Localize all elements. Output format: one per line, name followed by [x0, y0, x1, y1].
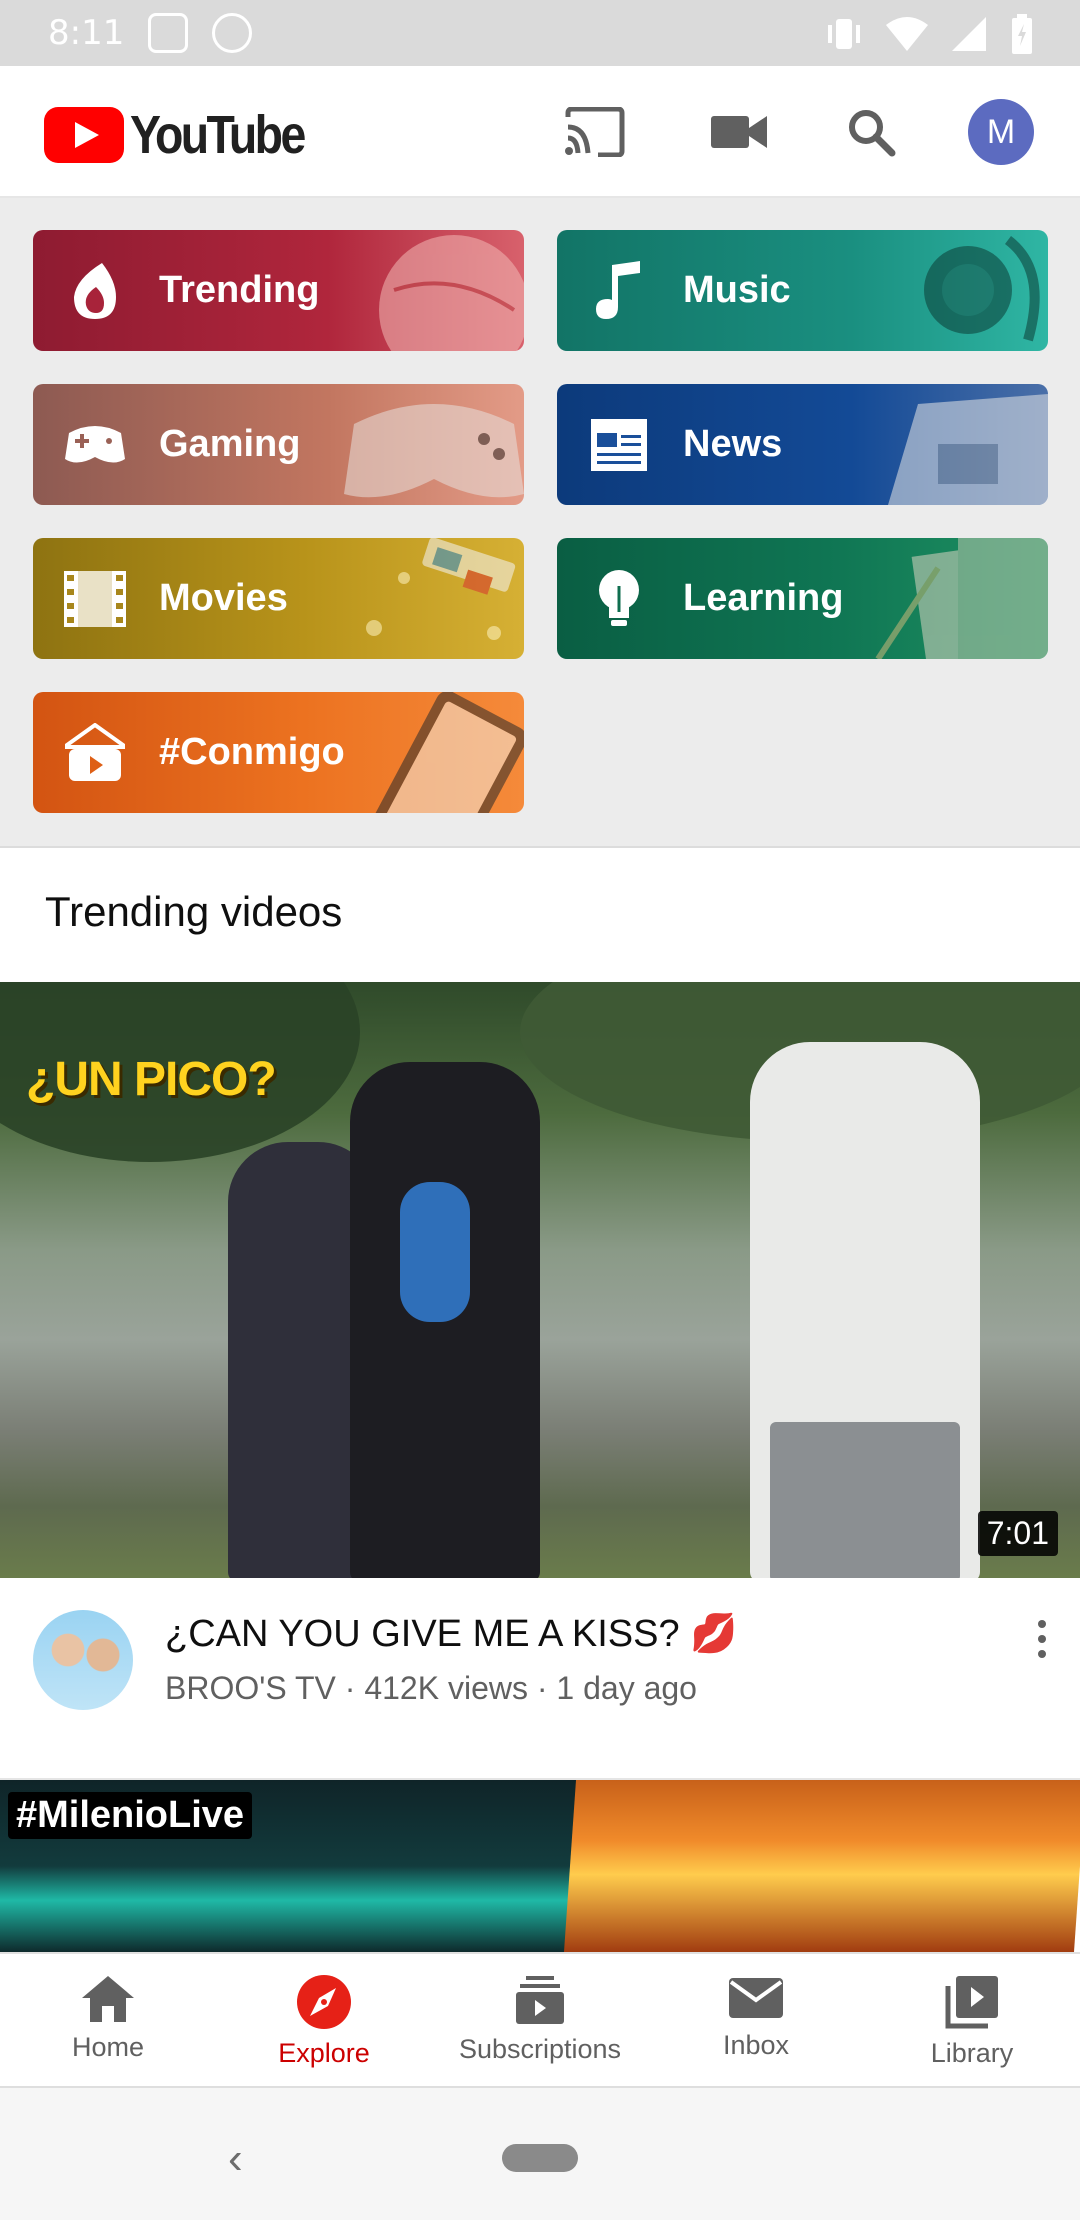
- nav-label: Explore: [278, 2038, 370, 2068]
- video-duration: 7:01: [977, 1511, 1058, 1556]
- nav-label: Inbox: [722, 2030, 790, 2060]
- nav-library[interactable]: Library: [864, 1954, 1080, 2086]
- nav-explore[interactable]: Explore: [216, 1954, 432, 2086]
- search-icon: [849, 110, 896, 157]
- category-movies[interactable]: Movies: [33, 538, 524, 659]
- thumbnail-figure: [770, 1422, 960, 1578]
- nav-inbox[interactable]: Inbox: [648, 1954, 864, 2086]
- home-icon: [82, 1976, 134, 2022]
- thumbnail-caption: ¿UN PICO?: [26, 1053, 277, 1106]
- thumbnail-figure: [400, 1182, 470, 1322]
- status-icons: [824, 14, 1034, 54]
- nav-home[interactable]: Home: [0, 1954, 216, 2086]
- newspaper-icon: [587, 413, 651, 477]
- app-bar: YouTube M: [0, 66, 1080, 198]
- popcorn-decoration: [366, 538, 516, 640]
- video-subtitle: BROO'S TV · 412K views · 1 day ago: [165, 1670, 697, 1706]
- cast-icon: [565, 107, 625, 157]
- video-info[interactable]: ¿CAN YOU GIVE ME A KISS? 💋 BROO'S TV · 4…: [0, 1578, 1080, 1778]
- back-icon[interactable]: ‹: [228, 2134, 243, 2184]
- cast-button[interactable]: [562, 99, 628, 165]
- sync-icon: [212, 13, 253, 53]
- notification-icon: [148, 13, 189, 53]
- status-bar: 8:11: [0, 0, 1080, 66]
- globe-decoration: [379, 235, 524, 351]
- video-title[interactable]: ¿CAN YOU GIVE ME A KISS? 💋: [165, 1612, 737, 1656]
- category-trending[interactable]: Trending: [33, 230, 524, 351]
- category-label: Trending: [159, 269, 320, 311]
- papers-decoration: [875, 538, 1048, 659]
- more-options-icon[interactable]: [1030, 1620, 1054, 1676]
- account-avatar[interactable]: M: [968, 99, 1034, 165]
- headphones-decoration: [924, 236, 1040, 342]
- music-note-icon: [587, 259, 651, 323]
- system-navigation: ‹: [0, 2086, 1080, 2220]
- category-gaming[interactable]: Gaming: [33, 384, 524, 505]
- compass-icon: [297, 1975, 351, 2029]
- logo-text: YouTube: [130, 105, 306, 165]
- battery-icon: [1012, 14, 1032, 54]
- mail-icon: [729, 1978, 783, 2018]
- vibrate-icon: [828, 19, 860, 49]
- wifi-icon: [886, 17, 928, 51]
- flame-icon: [63, 259, 127, 323]
- film-strip-icon: [63, 567, 127, 631]
- newspaper-decoration: [888, 394, 1048, 505]
- lightbulb-icon: [587, 567, 651, 631]
- home-pill-button[interactable]: [502, 2144, 578, 2172]
- explore-categories: Trending Music Gaming News Movies Learni…: [0, 198, 1080, 848]
- category-label: Movies: [159, 577, 288, 619]
- controller-decoration: [344, 404, 524, 498]
- category-label: Learning: [683, 577, 844, 619]
- upload-video-button[interactable]: [706, 99, 772, 165]
- gamepad-icon: [63, 413, 127, 477]
- category-label: Music: [683, 269, 791, 311]
- thumbnail-caption: #MilenioLive: [8, 1792, 253, 1839]
- category-label: Gaming: [159, 423, 301, 465]
- youtube-play-icon: [44, 107, 124, 163]
- thumbnail-scenery: [563, 1780, 1080, 1952]
- next-video-thumbnail[interactable]: #MilenioLive: [0, 1778, 1080, 1952]
- bottom-navigation: Home Explore Subscriptions Inbox Library: [0, 1952, 1080, 2086]
- category-conmigo[interactable]: #Conmigo: [33, 692, 524, 813]
- status-time: 8:11: [48, 13, 125, 53]
- home-play-icon: [63, 721, 127, 785]
- trending-videos-heading: Trending videos: [45, 888, 343, 935]
- library-icon: [945, 1976, 998, 2029]
- signal-icon: [952, 17, 986, 51]
- phone-decoration: [371, 692, 524, 813]
- category-music[interactable]: Music: [557, 230, 1048, 351]
- channel-avatar[interactable]: [33, 1610, 133, 1710]
- youtube-logo[interactable]: YouTube: [44, 104, 332, 166]
- category-news[interactable]: News: [557, 384, 1048, 505]
- nav-subscriptions[interactable]: Subscriptions: [432, 1954, 648, 2086]
- subscriptions-icon: [516, 1976, 564, 2024]
- nav-label: Home: [71, 2032, 145, 2062]
- search-button[interactable]: [838, 99, 904, 165]
- category-label: #Conmigo: [159, 731, 345, 773]
- nav-label: Library: [930, 2038, 1014, 2068]
- category-label: News: [683, 423, 783, 465]
- video-thumbnail[interactable]: ¿UN PICO? 7:01: [0, 982, 1080, 1578]
- video-camera-icon: [711, 116, 767, 148]
- category-learning[interactable]: Learning: [557, 538, 1048, 659]
- nav-label: Subscriptions: [458, 2034, 622, 2064]
